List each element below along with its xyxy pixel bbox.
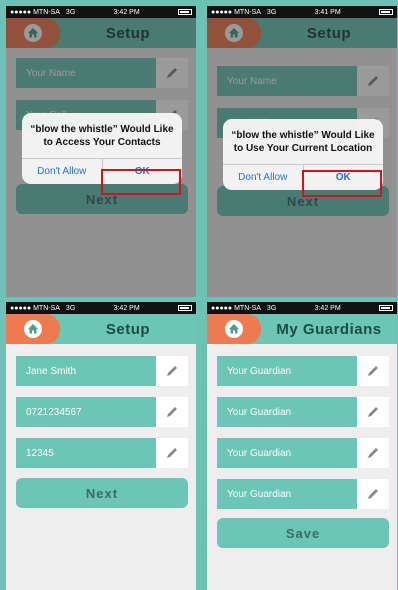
pin-field[interactable]: 12345	[16, 438, 156, 468]
screenshot-location-permission: ●●●●● MTN-SA 3G 3:41 PM Setup Your Name …	[207, 6, 397, 297]
pin-field-row[interactable]: 12345	[16, 438, 188, 468]
edit-button[interactable]	[156, 397, 188, 427]
carrier-label: ●●●●● MTN-SA	[211, 8, 261, 16]
status-bar: ●●●●● MTN-SA 3G 3:41 PM	[207, 6, 397, 18]
status-bar: ●●●●● MTN-SA 3G 3:42 PM	[207, 302, 397, 314]
clock: 3:41 PM	[314, 8, 341, 16]
pencil-icon	[368, 407, 378, 417]
carrier-label: ●●●●● MTN-SA	[10, 304, 60, 312]
alert-message: “blow the whistle” Would Like to Use You…	[231, 130, 375, 154]
guardian-field[interactable]: Your Guardian	[217, 479, 357, 509]
guardian-field-row[interactable]: Your Guardian	[217, 479, 389, 509]
edit-button[interactable]	[357, 479, 389, 509]
battery-icon	[379, 305, 393, 311]
guardian-field[interactable]: Your Guardian	[217, 438, 357, 468]
pencil-icon	[167, 407, 177, 417]
screenshot-contacts-permission: ●●●●● MTN-SA 3G 3:42 PM Setup Your Name …	[6, 6, 196, 297]
pencil-icon	[368, 366, 378, 376]
clock: 3:42 PM	[314, 304, 341, 312]
pencil-icon	[368, 489, 378, 499]
page-title: Setup	[105, 320, 151, 338]
screenshot-setup-filled: ●●●●● MTN-SA 3G 3:42 PM Setup Jane Smith…	[6, 302, 196, 590]
guardian-field[interactable]: Your Guardian	[217, 356, 357, 386]
battery-icon	[178, 9, 192, 15]
edit-button[interactable]	[357, 438, 389, 468]
status-bar: ●●●●● MTN-SA 3G 3:42 PM	[6, 302, 196, 314]
carrier-label: ●●●●● MTN-SA	[10, 8, 60, 16]
network-label: 3G	[65, 304, 76, 312]
name-field[interactable]: Jane Smith	[16, 356, 156, 386]
pencil-icon	[167, 448, 177, 458]
edit-button[interactable]	[357, 356, 389, 386]
network-label: 3G	[266, 8, 277, 16]
highlight-box	[101, 169, 181, 195]
guardian-field-row[interactable]: Your Guardian	[217, 438, 389, 468]
status-bar: ●●●●● MTN-SA 3G 3:42 PM	[6, 6, 196, 18]
network-label: 3G	[65, 8, 76, 16]
guardian-field-row[interactable]: Your Guardian	[217, 356, 389, 386]
page-title: My Guardians	[276, 320, 382, 338]
pencil-icon	[167, 366, 177, 376]
battery-icon	[379, 9, 393, 15]
clock: 3:42 PM	[113, 304, 140, 312]
edit-button[interactable]	[156, 356, 188, 386]
edit-button[interactable]	[357, 397, 389, 427]
highlight-box	[302, 170, 382, 197]
cell-field[interactable]: 0721234567	[16, 397, 156, 427]
home-icon	[229, 324, 239, 334]
dont-allow-button[interactable]: Don't Allow	[223, 165, 303, 190]
save-button[interactable]: Save	[217, 518, 389, 548]
app-screen: Setup Your Name Your Cell Next “blow the…	[207, 18, 397, 297]
pencil-icon	[368, 448, 378, 458]
battery-icon	[178, 305, 192, 311]
home-button[interactable]	[6, 314, 60, 344]
alert-message: “blow the whistle” Would Like to Access …	[30, 124, 174, 148]
carrier-label: ●●●●● MTN-SA	[211, 304, 261, 312]
nav-bar: Setup	[6, 314, 196, 344]
app-screen: Setup Your Name Your Cell Next “blow the…	[6, 18, 196, 297]
screenshot-my-guardians: ●●●●● MTN-SA 3G 3:42 PM My Guardians You…	[207, 302, 397, 590]
home-button[interactable]	[207, 314, 261, 344]
cell-field-row[interactable]: 0721234567	[16, 397, 188, 427]
dont-allow-button[interactable]: Don't Allow	[22, 159, 102, 184]
name-field-row[interactable]: Jane Smith	[16, 356, 188, 386]
network-label: 3G	[266, 304, 277, 312]
app-screen: My Guardians Your Guardian Your Guardian…	[207, 314, 397, 590]
guardian-field-row[interactable]: Your Guardian	[217, 397, 389, 427]
nav-bar: My Guardians	[207, 314, 397, 344]
edit-button[interactable]	[156, 438, 188, 468]
guardian-field[interactable]: Your Guardian	[217, 397, 357, 427]
app-screen: Setup Jane Smith 0721234567 12345 Next	[6, 314, 196, 590]
home-icon	[28, 324, 38, 334]
next-button[interactable]: Next	[16, 478, 188, 508]
clock: 3:42 PM	[113, 8, 140, 16]
